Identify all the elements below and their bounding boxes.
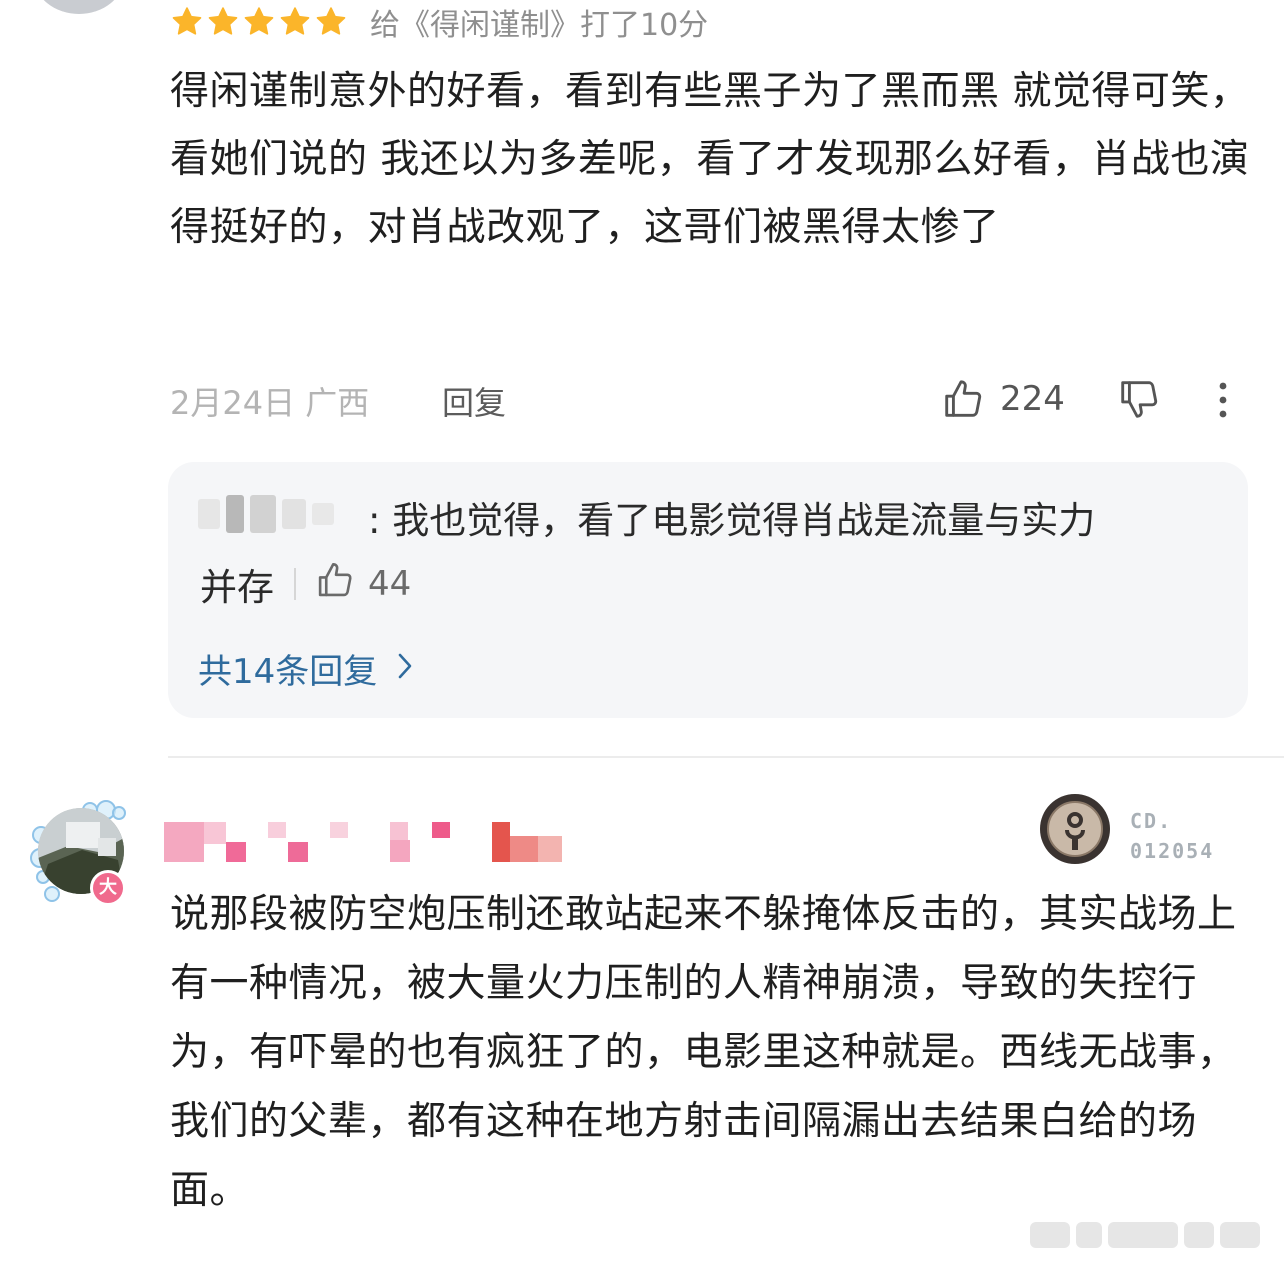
medal-code-line2: 012054 <box>1130 839 1215 863</box>
comment-body: 说那段被防空炮压制还敢站起来不躲掩体反击的，其实战场上有一种情况，被大量火力压制… <box>170 892 1237 1213</box>
rating-stars <box>170 5 350 39</box>
commenter-name[interactable] <box>164 818 564 864</box>
star-icon <box>206 5 240 39</box>
reply-author-name[interactable] <box>198 492 358 536</box>
fan-medal-icon <box>1038 792 1112 868</box>
comment-date-location: 2月24日 广西 <box>170 384 370 422</box>
thumbs-up-icon <box>940 376 986 422</box>
more-replies-label: 共14条回复 <box>198 652 378 692</box>
like-button[interactable]: 224 <box>940 372 1065 426</box>
like-count: 224 <box>1000 379 1065 419</box>
reply-text-tail: 并存 <box>200 566 274 609</box>
star-icon <box>242 5 276 39</box>
thumbs-down-icon[interactable] <box>1116 376 1162 422</box>
reply-button[interactable]: 回复 <box>442 378 506 424</box>
comment-meta: 2月24日 广西 回复 224 <box>170 372 1250 426</box>
avatar[interactable]: 大 <box>30 800 134 906</box>
reply-text-continued: 并存 44 <box>200 557 411 611</box>
reply-like-count: 44 <box>368 564 412 604</box>
chevron-right-icon <box>397 649 413 689</box>
medal-code-line1: CD. <box>1130 809 1173 833</box>
view-all-replies-link[interactable]: 共14条回复 <box>198 644 413 693</box>
watermark <box>1030 1218 1260 1252</box>
reply-preview-box[interactable]: : 我也觉得，看了电影觉得肖战是流量与实力 并存 44 共14条回复 <box>168 462 1248 718</box>
medal-code: CD. 012054 <box>1130 806 1214 866</box>
rating-text: 给《得闲谨制》打了10分 <box>370 8 709 43</box>
rating-row: 给《得闲谨制》打了10分 <box>170 2 709 43</box>
comment-divider <box>168 756 1284 758</box>
thumbs-up-icon[interactable] <box>314 559 356 610</box>
more-vertical-icon[interactable] <box>1210 378 1236 422</box>
comment-body: 得闲谨制意外的好看，看到有些黑子为了黑而黑 就觉得可笑，看她们说的 我还以为多差… <box>170 69 1250 250</box>
avatar[interactable] <box>34 0 124 14</box>
star-icon <box>170 5 204 39</box>
level-badge: 大 <box>90 870 126 906</box>
star-icon <box>314 5 348 39</box>
reply-text: : 我也觉得，看了电影觉得肖战是流量与实力 <box>368 499 1096 542</box>
star-icon <box>278 5 312 39</box>
divider <box>294 568 296 600</box>
